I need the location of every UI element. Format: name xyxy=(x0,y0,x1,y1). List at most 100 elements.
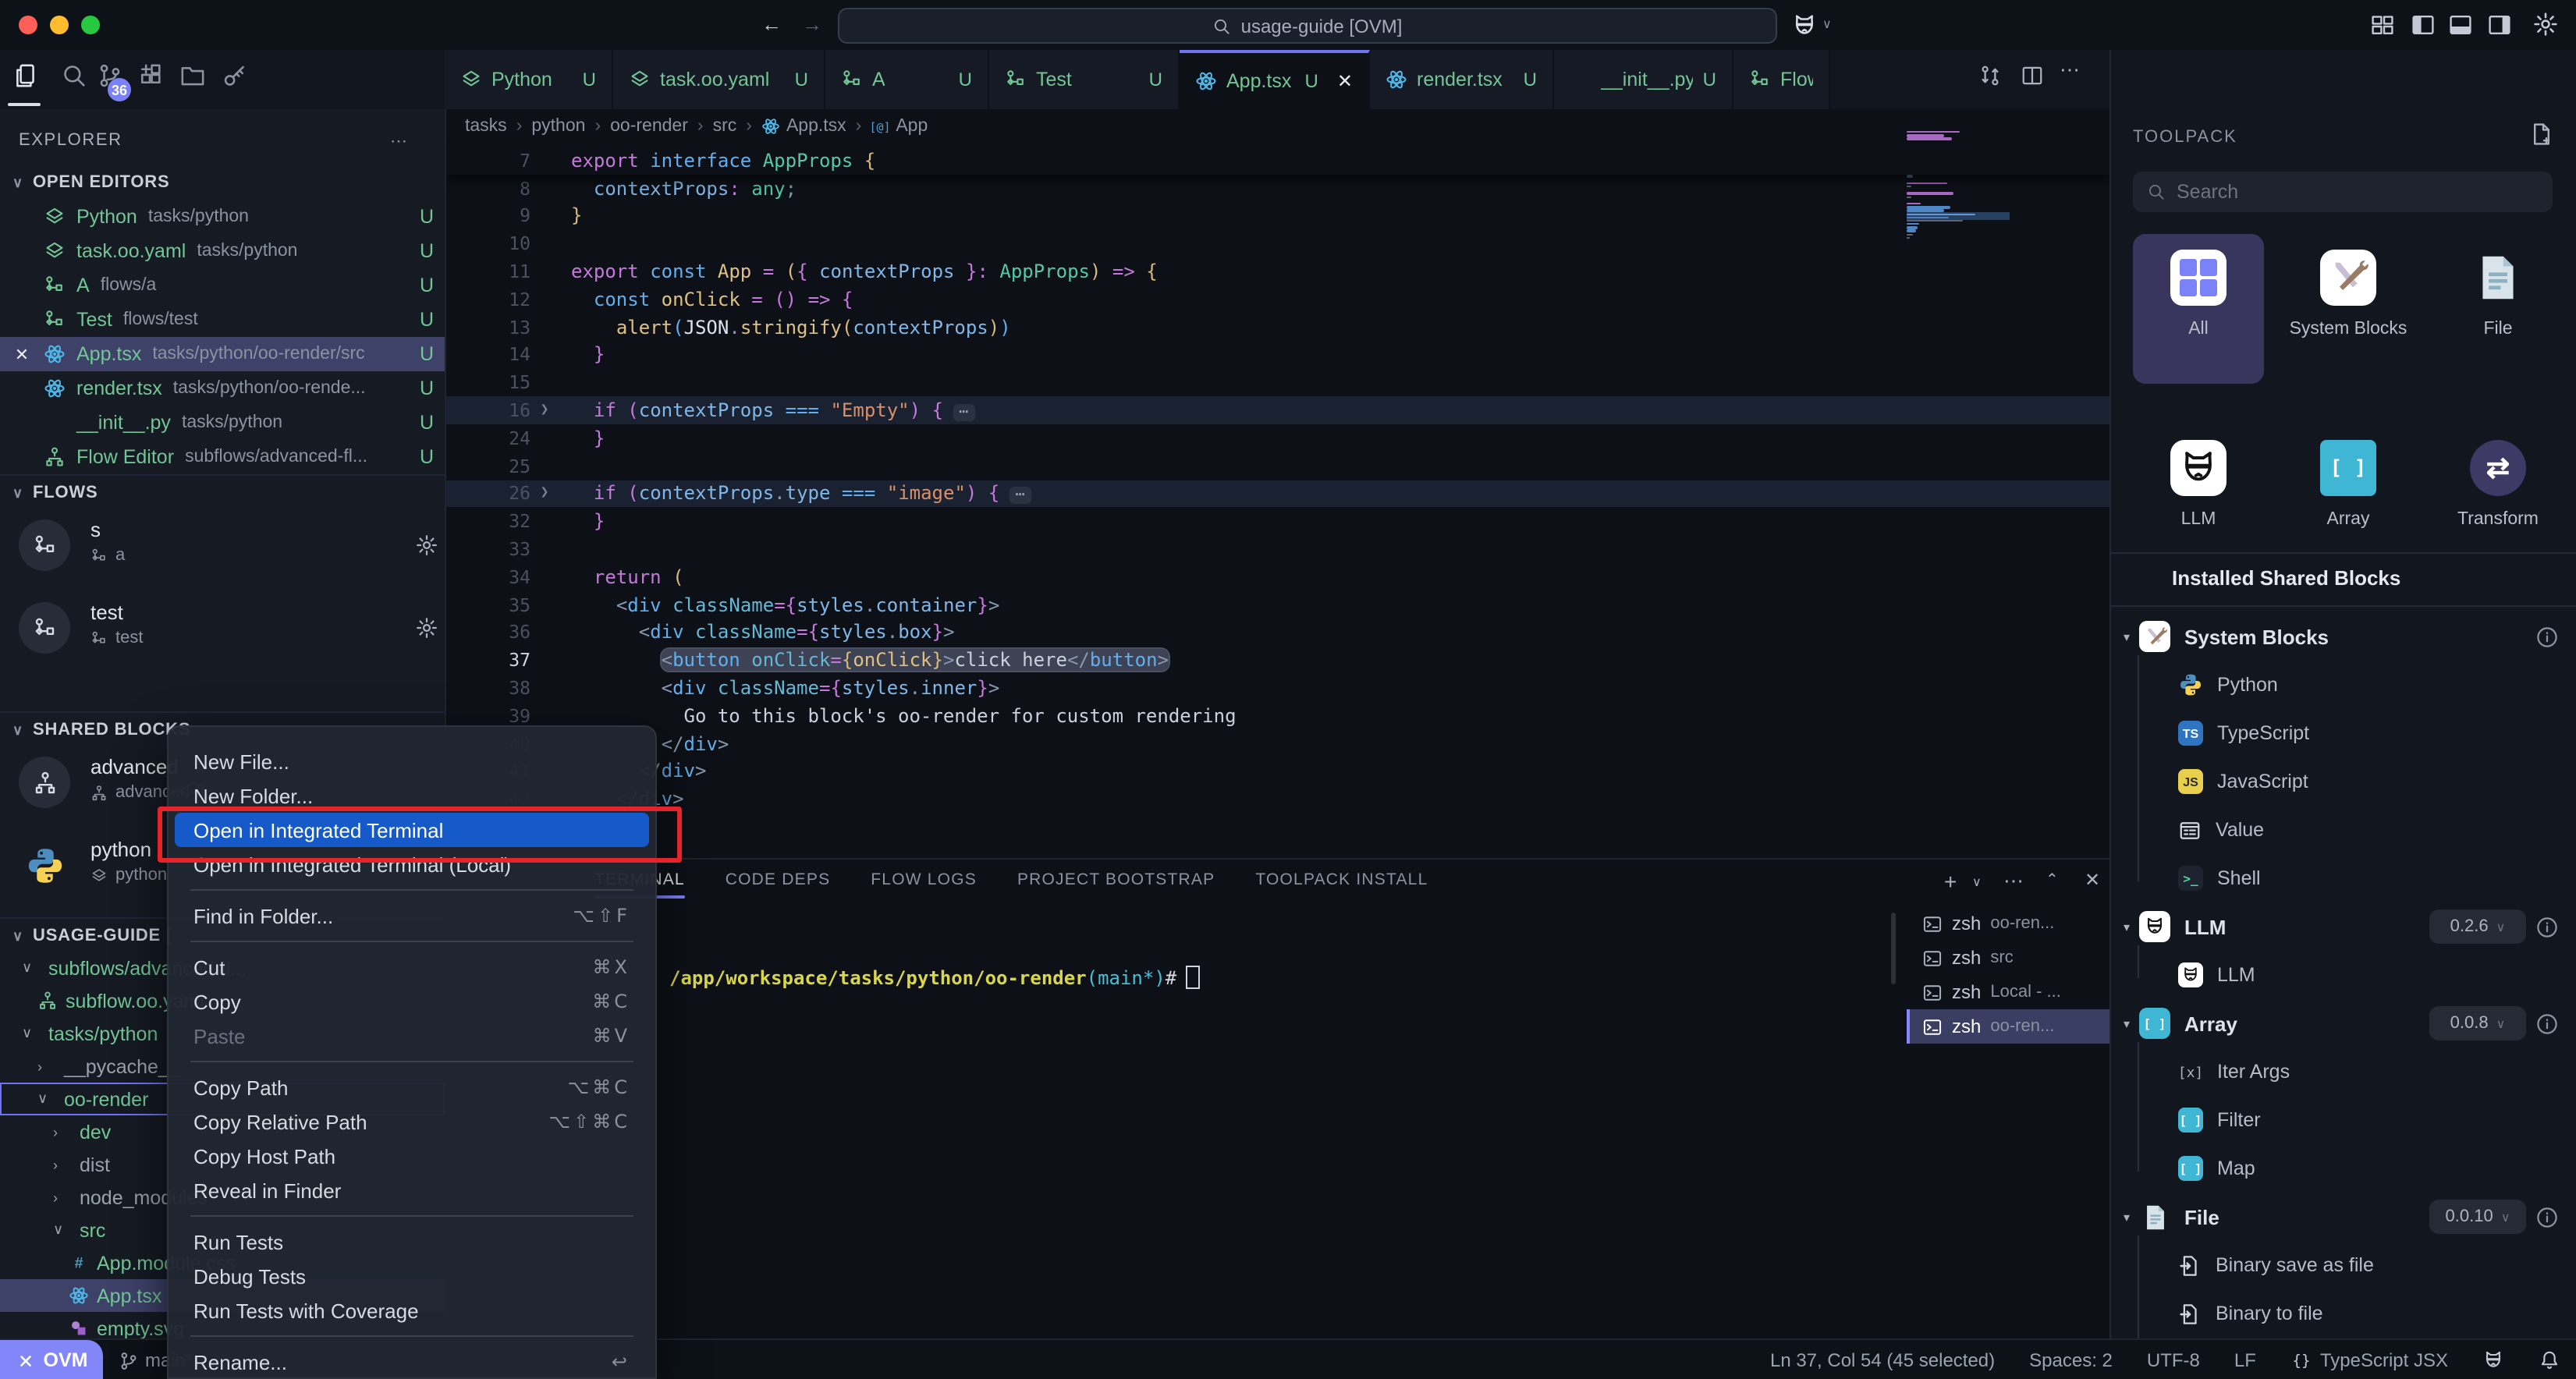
breadcrumb-item[interactable]: [@]App xyxy=(871,117,928,136)
menu-item-run-tests[interactable]: Run Tests xyxy=(169,1225,655,1259)
code-line-15[interactable]: 15 xyxy=(446,369,2109,397)
activity-explorer-icon[interactable] xyxy=(12,62,39,89)
more-editor-actions-icon[interactable]: ⋯ xyxy=(2060,58,2080,83)
fold-chevron-icon[interactable]: ❯ xyxy=(534,486,555,502)
version-select[interactable]: 0.2.6∨ xyxy=(2429,909,2526,944)
code-editor[interactable]: tasks›python›oo-render›src›App.tsx›[@]Ap… xyxy=(446,109,2109,858)
fold-chevron-icon[interactable]: ❯ xyxy=(534,402,555,418)
block-item-binary-save-as-file[interactable]: Binary save as file xyxy=(2111,1246,2576,1284)
info-icon[interactable] xyxy=(2535,625,2559,648)
code-line-9[interactable]: 9} xyxy=(446,202,2109,230)
info-icon[interactable] xyxy=(2535,1205,2559,1228)
tab-python[interactable]: PythonU xyxy=(445,50,613,109)
split-editor-icon[interactable] xyxy=(2021,64,2044,87)
maximize-panel-icon[interactable]: ⌃ xyxy=(2046,872,2059,889)
maximize-window-button[interactable] xyxy=(81,16,100,34)
open-editor-python[interactable]: Pythontasks/pythonU xyxy=(0,200,445,234)
minimize-window-button[interactable] xyxy=(50,16,69,34)
block-item-python[interactable]: Python xyxy=(2111,666,2576,704)
open-editor-flow-editor[interactable]: Flow Editorsubflows/advanced-fl...U xyxy=(0,440,445,474)
block-item-map[interactable]: [ ]Map xyxy=(2111,1150,2576,1187)
status-bell[interactable] xyxy=(2539,1349,2560,1371)
source-control-actions-icon[interactable] xyxy=(1978,64,2002,87)
info-icon[interactable] xyxy=(2535,1012,2559,1035)
menu-item-run-tests-with-coverage[interactable]: Run Tests with Coverage xyxy=(169,1293,655,1328)
status-lf[interactable]: LF xyxy=(2234,1349,2256,1371)
code-line-8[interactable]: 8 contextProps: any; xyxy=(446,175,2109,203)
toggle-panel-bottom-icon[interactable] xyxy=(2448,12,2473,37)
close-panel-icon[interactable]: ✕ xyxy=(2085,869,2100,891)
history-back-icon[interactable]: ← xyxy=(761,12,782,36)
breadcrumb-item[interactable]: App.tsx xyxy=(761,117,846,136)
block-item-typescript[interactable]: TSTypeScript xyxy=(2111,714,2576,752)
open-editors-header[interactable]: ∨OPEN EDITORS xyxy=(0,165,445,200)
remote-indicator[interactable]: OVM xyxy=(0,1340,103,1379)
tab-app-tsx[interactable]: App.tsxU✕ xyxy=(1180,50,1370,109)
flow-item-s[interactable]: sa xyxy=(0,512,445,590)
toggle-panel-right-icon[interactable] xyxy=(2487,12,2512,37)
breadcrumb[interactable]: tasks›python›oo-render›src›App.tsx›[@]Ap… xyxy=(465,109,928,144)
code-line-13[interactable]: 13 alert(JSON.stringify(contextProps)) xyxy=(446,314,2109,342)
app-logo-cat-icon[interactable] xyxy=(1791,12,1818,39)
toolpack-card-file[interactable]: File xyxy=(2432,234,2564,384)
breadcrumb-item[interactable]: tasks xyxy=(465,117,507,136)
breadcrumb-item[interactable]: src xyxy=(713,117,737,136)
menu-item-copy-relative-path[interactable]: Copy Relative Path⌥⇧⌘C xyxy=(169,1104,655,1139)
terminal-list-item[interactable]: zshsrc xyxy=(1907,941,2109,975)
menu-item-new-file-[interactable]: New File... xyxy=(169,744,655,778)
panel-more-icon[interactable]: ⋯ xyxy=(2003,869,2024,894)
status-utf-8[interactable]: UTF-8 xyxy=(2147,1349,2200,1371)
code-line-24[interactable]: 24 } xyxy=(446,424,2109,452)
menu-item-cut[interactable]: Cut⌘X xyxy=(169,950,655,984)
settings-gear-icon[interactable] xyxy=(2532,11,2559,37)
code-line-36[interactable]: 36 <div className={styles.box}> xyxy=(446,619,2109,647)
menu-item-copy[interactable]: Copy⌘C xyxy=(169,984,655,1019)
tab-render-tsx[interactable]: render.tsxU xyxy=(1370,50,1554,109)
panel-tab-flow-logs[interactable]: FLOW LOGS xyxy=(871,860,977,900)
group-caret-icon[interactable]: ▾ xyxy=(2124,920,2139,934)
flow-settings-gear-icon[interactable] xyxy=(415,534,438,557)
history-forward-icon[interactable]: → xyxy=(802,12,822,36)
explorer-more-icon[interactable]: ⋯ xyxy=(390,130,408,151)
open-editor-render-tsx[interactable]: render.tsxtasks/python/oo-rende...U xyxy=(0,371,445,406)
new-toolpack-icon[interactable] xyxy=(2529,122,2554,147)
flows-header[interactable]: ∨FLOWS xyxy=(0,474,445,510)
menu-item-find-in-folder-[interactable]: Find in Folder...⌥⇧F xyxy=(169,899,655,933)
code-line-7[interactable]: 7export interface AppProps { xyxy=(446,147,2109,175)
open-editor-app-tsx[interactable]: ✕App.tsxtasks/python/oo-render/srcU xyxy=(0,337,445,371)
version-select[interactable]: 0.0.8∨ xyxy=(2429,1006,2526,1040)
code-line-39[interactable]: 39 Go to this block's oo-render for cust… xyxy=(446,702,2109,730)
tab-task-oo-yaml[interactable]: task.oo.yamlU xyxy=(613,50,825,109)
code-line-26[interactable]: 26❯ if (contextProps.type === "image") {… xyxy=(446,480,2109,508)
group-caret-icon[interactable]: ▾ xyxy=(2124,1210,2139,1224)
terminal-scrollbar[interactable] xyxy=(1891,913,1896,984)
tab-test[interactable]: TestU xyxy=(989,50,1180,109)
block-item-binary-to-file[interactable]: Binary to file xyxy=(2111,1295,2576,1332)
breadcrumb-item[interactable]: oo-render xyxy=(610,117,688,136)
group-llm[interactable]: ▾LLM0.2.6∨ xyxy=(2111,908,2576,945)
activity-key-icon[interactable] xyxy=(222,62,248,89)
terminal-dropdown-icon[interactable]: ∨ xyxy=(1972,875,1982,889)
new-terminal-icon[interactable]: + xyxy=(1944,869,1957,894)
flow-settings-gear-icon[interactable] xyxy=(415,616,438,640)
editor-layout-icon[interactable] xyxy=(2370,12,2395,37)
menu-item-debug-tests[interactable]: Debug Tests xyxy=(169,1259,655,1293)
code-line-38[interactable]: 38 <div className={styles.inner}> xyxy=(446,674,2109,702)
terminal-list-item[interactable]: zshoo-ren... xyxy=(1907,1009,2109,1044)
code-line-34[interactable]: 34 return ( xyxy=(446,563,2109,591)
code-line-35[interactable]: 35 <div className={styles.container}> xyxy=(446,591,2109,619)
activity-folder-icon[interactable] xyxy=(179,62,206,89)
menu-item-paste[interactable]: Paste⌘V xyxy=(169,1019,655,1053)
code-line-25[interactable]: 25 xyxy=(446,452,2109,480)
toolpack-card-system-blocks[interactable]: System Blocks xyxy=(2283,234,2414,384)
code-line-42[interactable]: 42 </div> xyxy=(446,785,2109,814)
menu-item-copy-host-path[interactable]: Copy Host Path xyxy=(169,1139,655,1173)
breadcrumb-item[interactable]: python xyxy=(531,117,585,136)
toolpack-card-all[interactable]: All xyxy=(2133,234,2264,384)
command-center-search[interactable]: usage-guide [OVM] xyxy=(838,8,1777,44)
status-cat[interactable] xyxy=(2482,1349,2504,1371)
terminal-viewport[interactable]: /app/workspace/tasks/python/oo-render (m… xyxy=(446,900,1907,1340)
menu-item-rename-[interactable]: Rename...↩ xyxy=(169,1345,655,1379)
tab--init-py[interactable]: __init__.pyU xyxy=(1554,50,1733,109)
app-logo-chevron-icon[interactable]: ∨ xyxy=(1822,17,1832,31)
